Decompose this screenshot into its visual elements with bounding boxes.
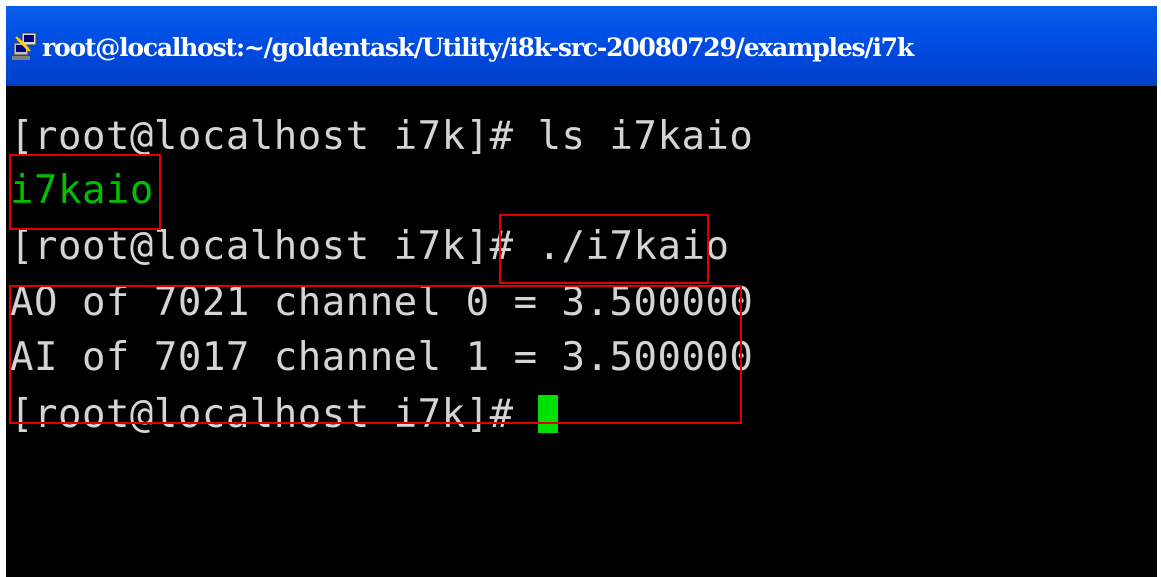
highlight-box-command [499,214,709,284]
shell-prompt: [root@localhost i7k]# [10,224,514,269]
title-bar[interactable]: root@localhost:~/goldentask/Utility/i8k-… [6,6,1157,86]
shell-prompt: [root@localhost i7k]# [10,114,514,159]
highlight-box-executable [9,154,161,230]
highlight-box-output [9,285,742,424]
terminal-output[interactable]: [root@localhost i7k]# ls i7kaio i7kaio [… [6,86,1157,577]
terminal-window: root@localhost:~/goldentask/Utility/i8k-… [6,6,1157,577]
putty-terminal-icon [12,32,37,60]
window-title: root@localhost:~/goldentask/Utility/i8k-… [42,33,914,62]
command-text: ls i7kaio [513,114,754,159]
